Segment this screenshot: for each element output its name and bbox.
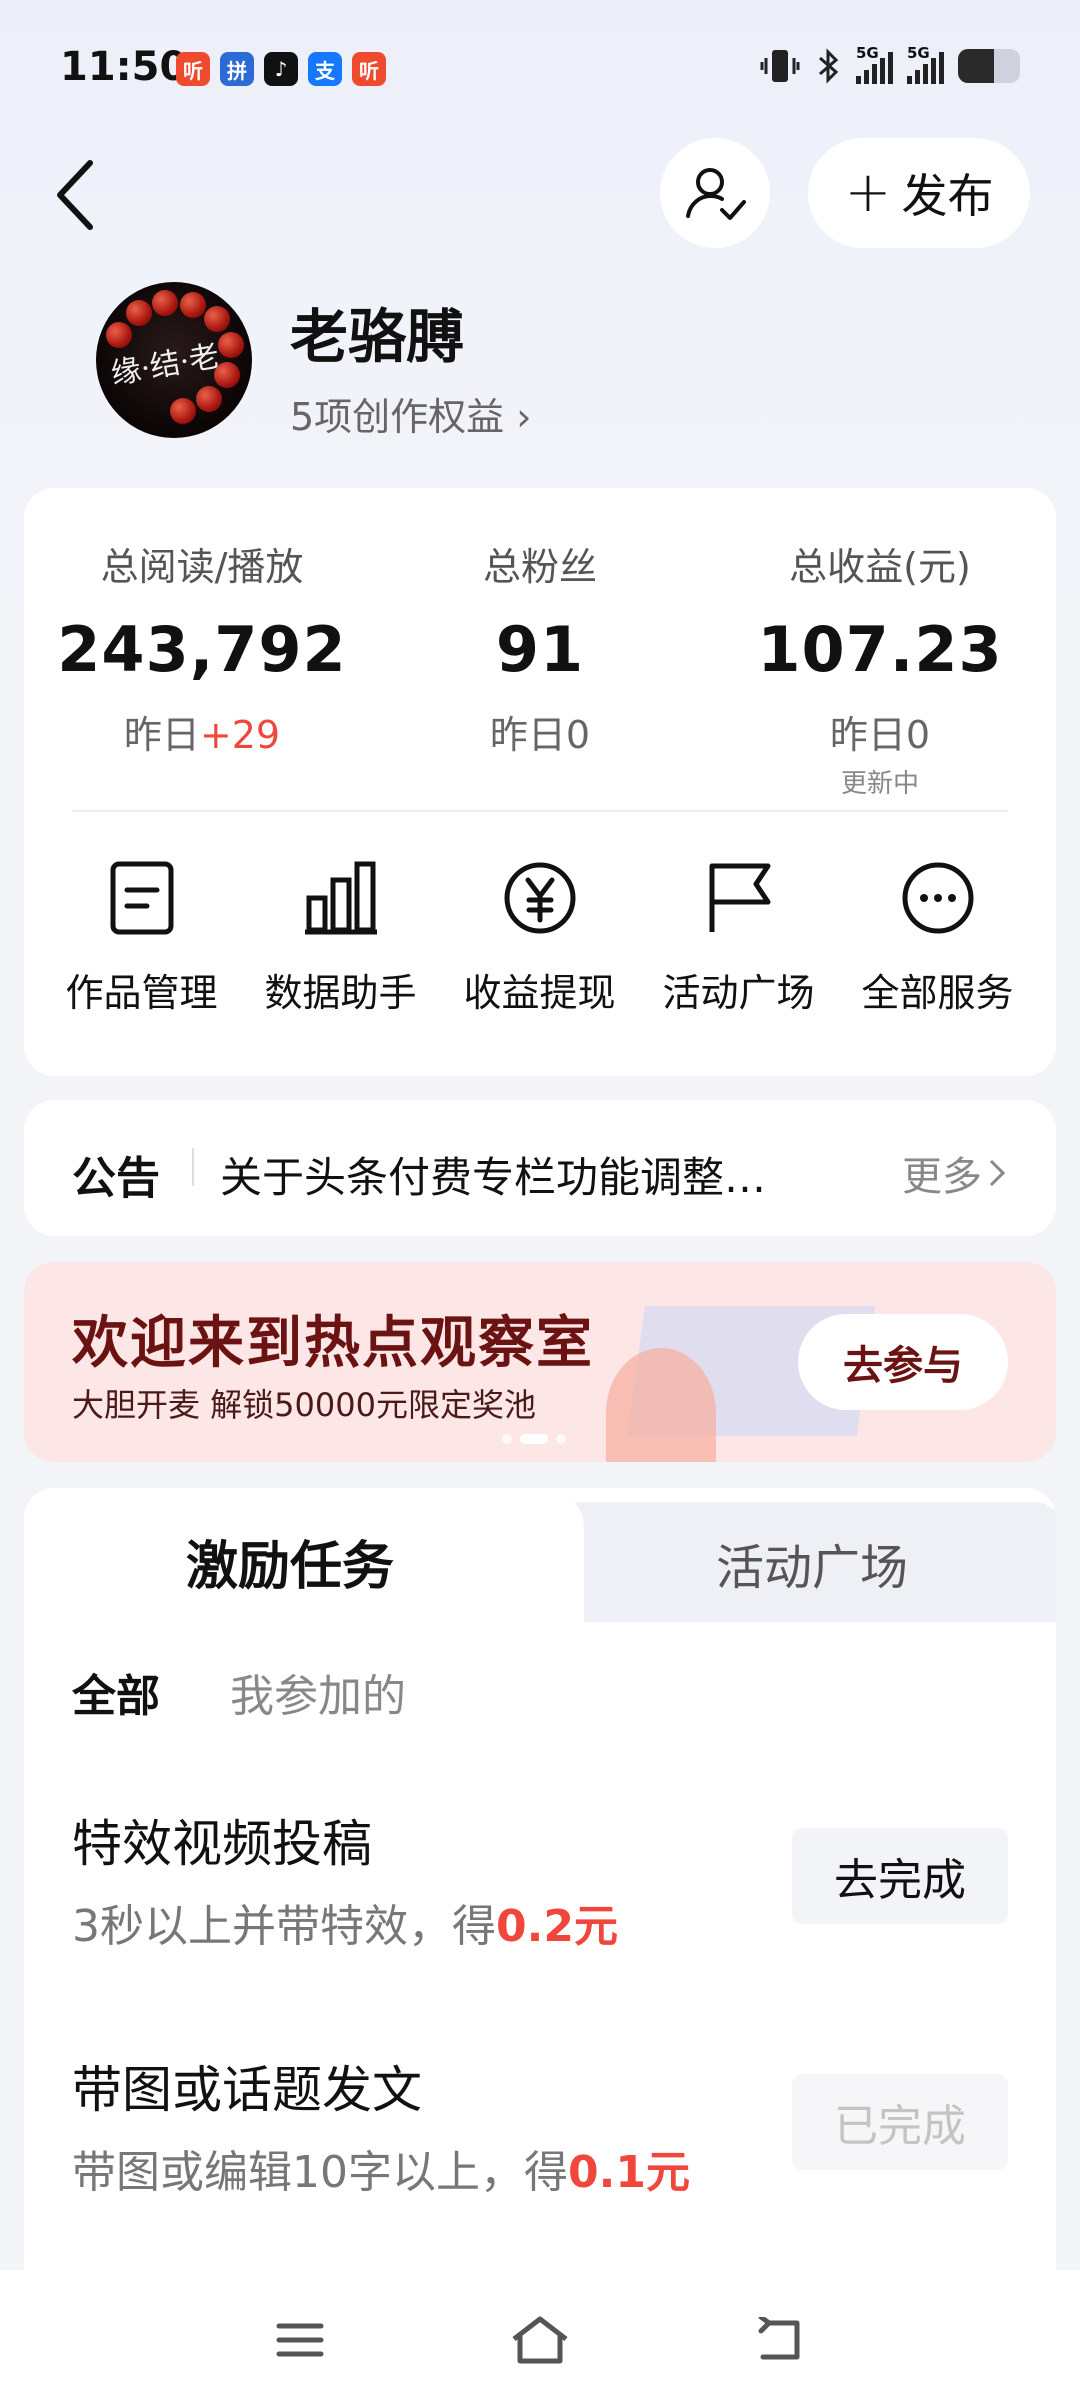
stat-value: 107.23 bbox=[757, 613, 1003, 686]
notification-app-icon: 听 bbox=[176, 52, 210, 86]
bluetooth-icon bbox=[819, 48, 839, 84]
home-icon bbox=[512, 2316, 568, 2364]
task-go-complete-button[interactable]: 去完成 bbox=[792, 1828, 1008, 1924]
tool-works-management[interactable]: 作品管理 bbox=[42, 858, 241, 1017]
carousel-dots bbox=[502, 1434, 566, 1444]
task-desc: 带图或编辑10字以上，得0.1元 bbox=[72, 2147, 690, 2198]
divider bbox=[192, 1148, 194, 1186]
notification-app-icon: 听 bbox=[352, 52, 386, 86]
filter-all[interactable]: 全部 bbox=[72, 1660, 160, 1724]
battery-icon bbox=[958, 49, 1020, 83]
stat-label: 总收益(元) bbox=[789, 545, 971, 589]
stat-yesterday: 昨日+29 bbox=[123, 713, 281, 757]
notification-app-icon: ♪ bbox=[264, 52, 298, 86]
tab-incentive-tasks[interactable]: 激励任务 bbox=[186, 1524, 394, 1599]
plus-icon: + bbox=[844, 160, 892, 225]
document-icon bbox=[102, 858, 182, 938]
banner-join-button[interactable]: 去参与 bbox=[798, 1314, 1008, 1410]
task-reward: 0.2元 bbox=[496, 1901, 618, 1952]
creator-rights-link[interactable]: 5项创作权益 › bbox=[290, 386, 531, 441]
status-indicators: 5G 5G bbox=[760, 44, 1020, 84]
task-section: 激励任务 活动广场 全部 我参加的 特效视频投稿 3秒以上并带特效，得0.2元 … bbox=[24, 1488, 1056, 2388]
task-reward: 0.1元 bbox=[568, 2147, 690, 2198]
follow-user-button[interactable] bbox=[660, 138, 770, 248]
status-time: 11:50 bbox=[60, 44, 188, 90]
back-icon bbox=[758, 2317, 800, 2360]
menu-icon bbox=[276, 2323, 324, 2357]
stats-card: 总阅读/播放 243,792 昨日+29 总粉丝 91 昨日0 总收益(元) 1… bbox=[24, 488, 1056, 1076]
notice-more-link[interactable]: 更多 bbox=[902, 1144, 1006, 1202]
more-icon bbox=[898, 858, 978, 938]
task-item: 带图或话题发文 带图或编辑10字以上，得0.1元 已完成 bbox=[72, 2050, 1008, 2250]
stat-updating-note: 更新中 bbox=[840, 769, 919, 799]
flag-icon bbox=[699, 858, 779, 938]
tools-row: 作品管理 数据助手 收益提现 活动广场 全部服务 bbox=[24, 858, 1056, 1017]
yuan-icon bbox=[500, 858, 580, 938]
system-nav-bar bbox=[0, 2270, 1080, 2400]
chevron-right-icon bbox=[989, 1159, 1006, 1187]
notice-tag: 公告 bbox=[72, 1153, 160, 1204]
stat-total-reads[interactable]: 总阅读/播放 243,792 昨日+29 bbox=[52, 536, 352, 759]
signal-icon: 5G bbox=[907, 44, 944, 84]
task-completed-button: 已完成 bbox=[792, 2074, 1008, 2170]
stat-value: 243,792 bbox=[57, 613, 347, 686]
notice-bar[interactable]: 公告 关于头条付费专栏功能调整… 更多 bbox=[24, 1100, 1056, 1236]
stat-total-fans[interactable]: 总粉丝 91 昨日0 bbox=[390, 536, 690, 759]
home-nav-button[interactable] bbox=[510, 2310, 570, 2370]
tool-data-assistant[interactable]: 数据助手 bbox=[241, 858, 440, 1017]
task-title: 特效视频投稿 bbox=[72, 1815, 372, 1873]
stat-delta: +29 bbox=[199, 713, 281, 757]
vibrate-icon bbox=[760, 50, 800, 82]
avatar[interactable]: 缘·结·老 bbox=[96, 282, 252, 438]
divider bbox=[72, 810, 1008, 812]
publish-button[interactable]: + 发布 bbox=[808, 138, 1030, 248]
tool-label: 全部服务 bbox=[861, 971, 1014, 1015]
tool-label: 数据助手 bbox=[264, 971, 417, 1015]
menu-nav-button[interactable] bbox=[270, 2310, 330, 2370]
stat-total-income[interactable]: 总收益(元) 107.23 昨日0 更新中 bbox=[730, 536, 1030, 800]
chevron-left-icon bbox=[57, 160, 93, 230]
stat-label: 总粉丝 bbox=[482, 545, 597, 589]
user-check-icon bbox=[686, 168, 746, 220]
stat-value: 91 bbox=[495, 613, 585, 686]
task-desc: 3秒以上并带特效，得0.2元 bbox=[72, 1901, 618, 1952]
stat-yesterday: 昨日0 bbox=[489, 713, 591, 757]
stat-label: 总阅读/播放 bbox=[100, 545, 304, 589]
back-nav-button[interactable] bbox=[750, 2310, 810, 2370]
tool-activity-plaza[interactable]: 活动广场 bbox=[639, 858, 838, 1017]
tool-income-withdraw[interactable]: 收益提现 bbox=[440, 858, 639, 1017]
signal-icon: 5G bbox=[856, 44, 893, 84]
username: 老骆膊 bbox=[290, 303, 465, 371]
back-button[interactable] bbox=[50, 155, 100, 235]
publish-label: 发布 bbox=[901, 169, 994, 223]
banner-subtitle: 大胆开麦 解锁50000元限定奖池 bbox=[72, 1386, 536, 1424]
status-bar: 11:50 听 拼 ♪ 支 听 5G 5G bbox=[0, 0, 1080, 130]
tool-label: 收益提现 bbox=[463, 971, 616, 1015]
promo-banner[interactable]: 欢迎来到热点观察室 大胆开麦 解锁50000元限定奖池 去参与 bbox=[24, 1262, 1056, 1462]
tool-all-services[interactable]: 全部服务 bbox=[838, 858, 1037, 1017]
filter-joined[interactable]: 我参加的 bbox=[230, 1660, 406, 1724]
status-app-icons: 听 拼 ♪ 支 听 bbox=[176, 52, 386, 86]
bar-chart-icon bbox=[301, 858, 381, 938]
notification-app-icon: 拼 bbox=[220, 52, 254, 86]
notification-app-icon: 支 bbox=[308, 52, 342, 86]
notice-text[interactable]: 关于头条付费专栏功能调整… bbox=[220, 1144, 860, 1205]
tool-label: 活动广场 bbox=[662, 971, 815, 1015]
task-item: 特效视频投稿 3秒以上并带特效，得0.2元 去完成 bbox=[72, 1804, 1008, 2004]
notice-more-label: 更多 bbox=[902, 1154, 982, 1200]
tab-activity-plaza[interactable]: 活动广场 bbox=[716, 1528, 908, 1598]
banner-title: 欢迎来到热点观察室 bbox=[72, 1311, 594, 1376]
stat-yesterday: 昨日0 bbox=[829, 713, 931, 757]
task-title: 带图或话题发文 bbox=[72, 2061, 422, 2119]
tool-label: 作品管理 bbox=[65, 971, 218, 1015]
